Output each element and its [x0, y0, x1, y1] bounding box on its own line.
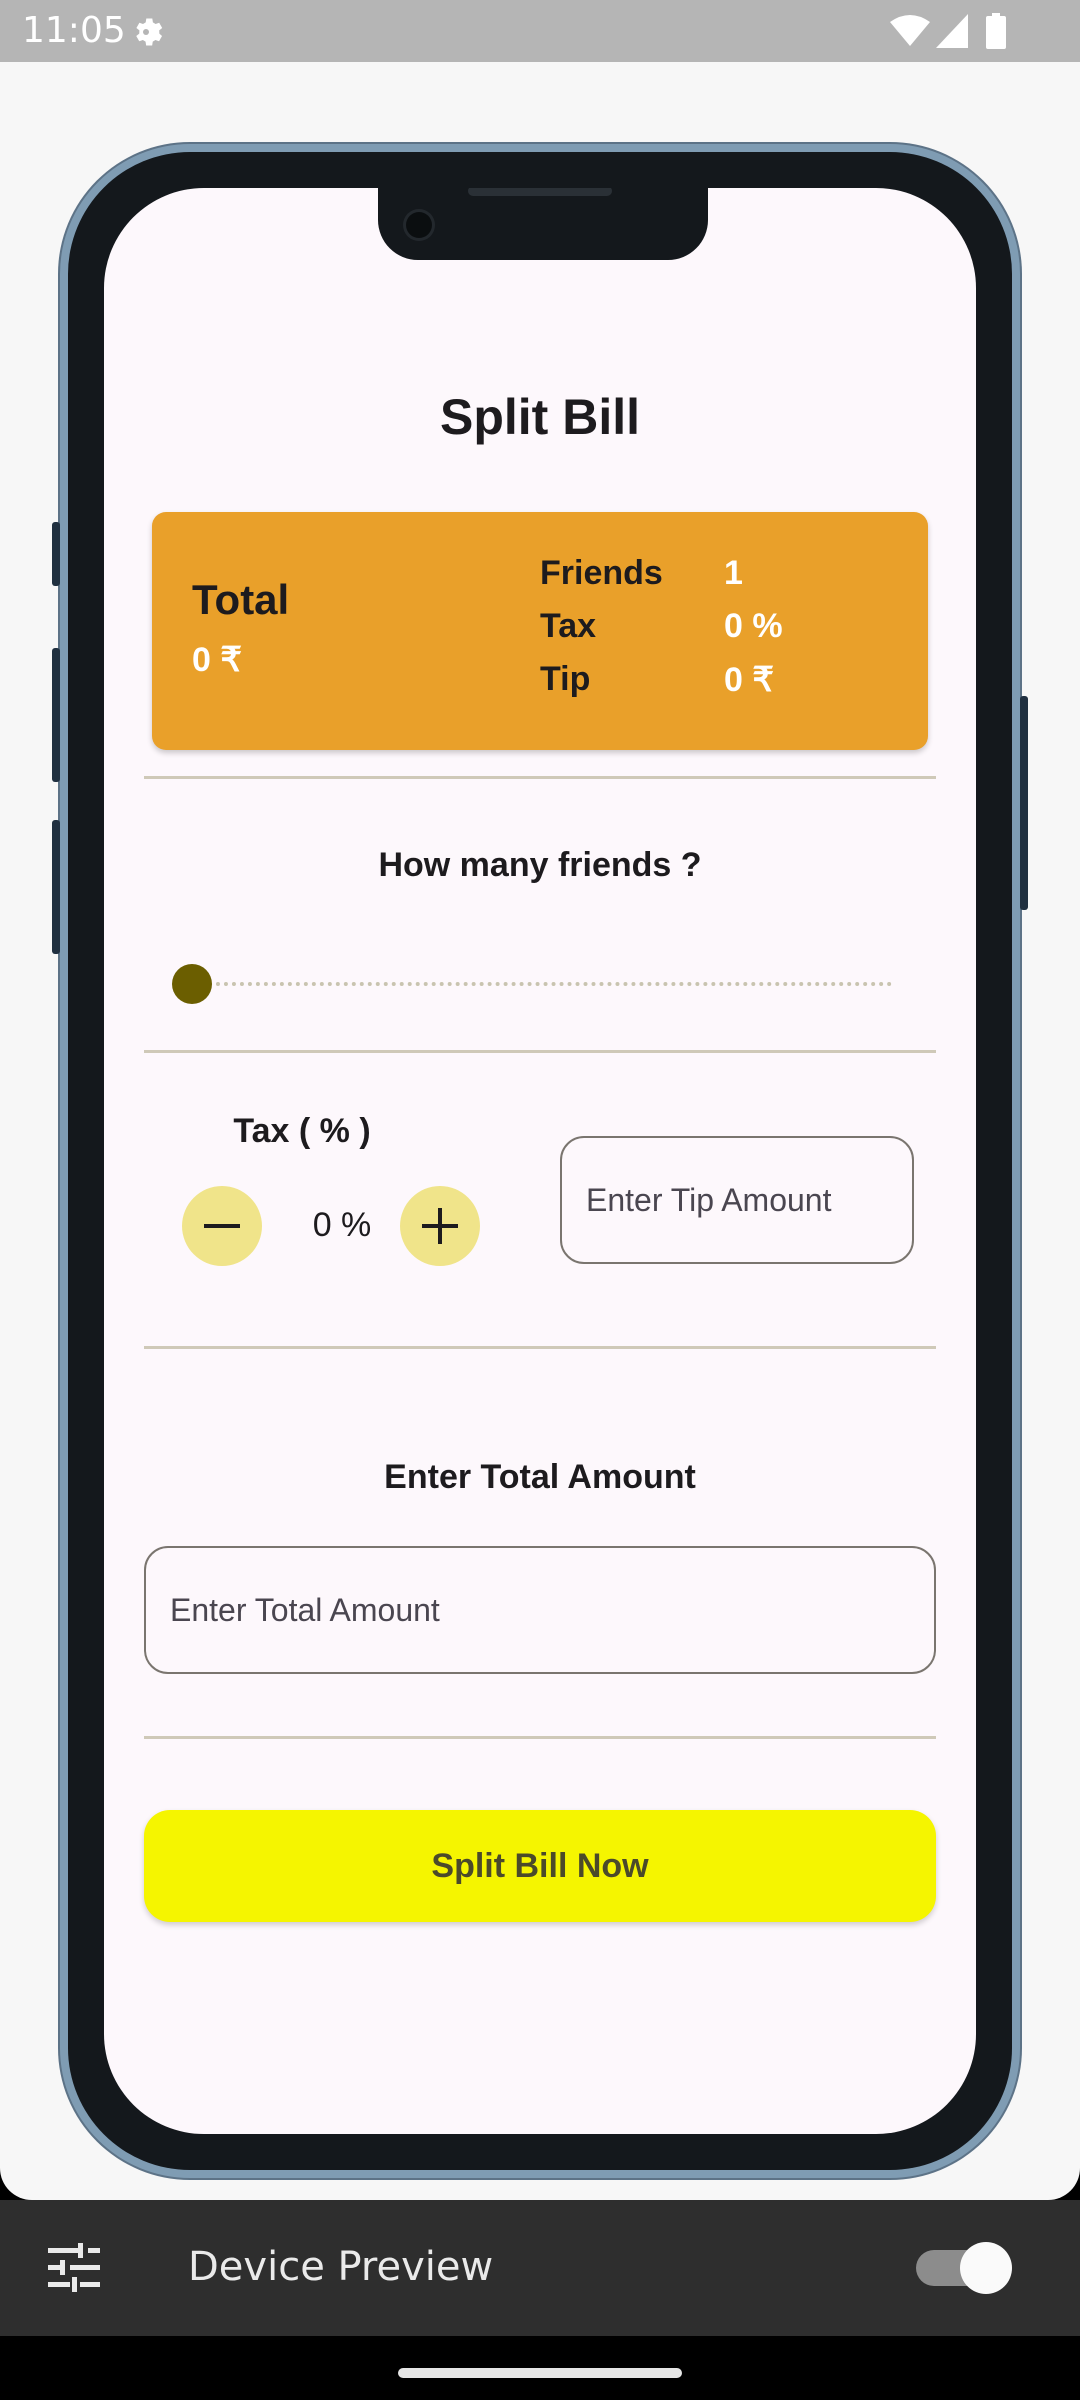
divider: [144, 1736, 936, 1739]
friends-heading: How many friends ?: [378, 846, 702, 884]
phone-screen: Split Bill Total 0 ₹ Friends 1 Tax 0 % T…: [104, 188, 976, 2134]
total-label: Total: [192, 576, 290, 623]
phone-side-button: [52, 522, 60, 586]
cell-signal-icon: [936, 14, 968, 48]
device-preview-bar: Device Preview: [0, 2200, 1080, 2336]
tax-value: 0 %: [312, 1206, 372, 1244]
plus-icon: [422, 1208, 458, 1244]
tip-summary-label: Tip: [540, 660, 591, 698]
wifi-icon: [890, 15, 930, 46]
settings-gear-icon: [136, 18, 163, 46]
summary-card: Total 0 ₹ Friends 1 Tax 0 % Tip 0 ₹: [152, 512, 928, 750]
friends-slider-track[interactable]: [192, 982, 892, 986]
minus-icon: [204, 1224, 240, 1228]
tune-settings-icon[interactable]: [46, 2240, 102, 2296]
device-preview-stage: Split Bill Total 0 ₹ Friends 1 Tax 0 % T…: [0, 62, 1080, 2200]
total-amount-input[interactable]: [144, 1546, 936, 1674]
total-amount-heading: Enter Total Amount: [384, 1458, 696, 1496]
phone-side-button: [52, 820, 60, 954]
tax-summary-value: 0 %: [724, 607, 783, 645]
page-title: Split Bill: [440, 389, 640, 445]
system-navigation-bar: [0, 2336, 1080, 2400]
front-camera-icon: [406, 212, 432, 238]
battery-icon: [986, 13, 1006, 49]
divider: [144, 1346, 936, 1349]
device-preview-label: Device Preview: [188, 2244, 494, 2290]
divider: [144, 1050, 936, 1053]
tax-label: Tax ( % ): [233, 1112, 371, 1150]
tip-summary-value: 0 ₹: [724, 661, 774, 699]
tip-amount-input[interactable]: [560, 1136, 914, 1264]
split-bill-button[interactable]: Split Bill Now: [144, 1810, 936, 1922]
tax-summary-label: Tax: [540, 607, 597, 645]
phone-notch: [378, 188, 708, 260]
home-gesture-handle[interactable]: [398, 2368, 682, 2378]
phone-side-button: [52, 648, 60, 782]
status-time: 11:05: [22, 10, 126, 51]
friends-label: Friends: [540, 554, 663, 592]
toggle-knob: [960, 2242, 1012, 2294]
friends-slider-thumb[interactable]: [172, 964, 212, 1004]
device-preview-toggle[interactable]: [916, 2240, 1012, 2296]
tax-increment-button[interactable]: [400, 1186, 480, 1266]
phone-side-button: [1020, 696, 1028, 910]
total-value: 0 ₹: [192, 641, 242, 679]
phone-speaker: [468, 188, 612, 196]
friends-value: 1: [724, 554, 743, 592]
tax-decrement-button[interactable]: [182, 1186, 262, 1266]
status-bar: 11:05: [0, 0, 1080, 62]
divider: [144, 776, 936, 779]
